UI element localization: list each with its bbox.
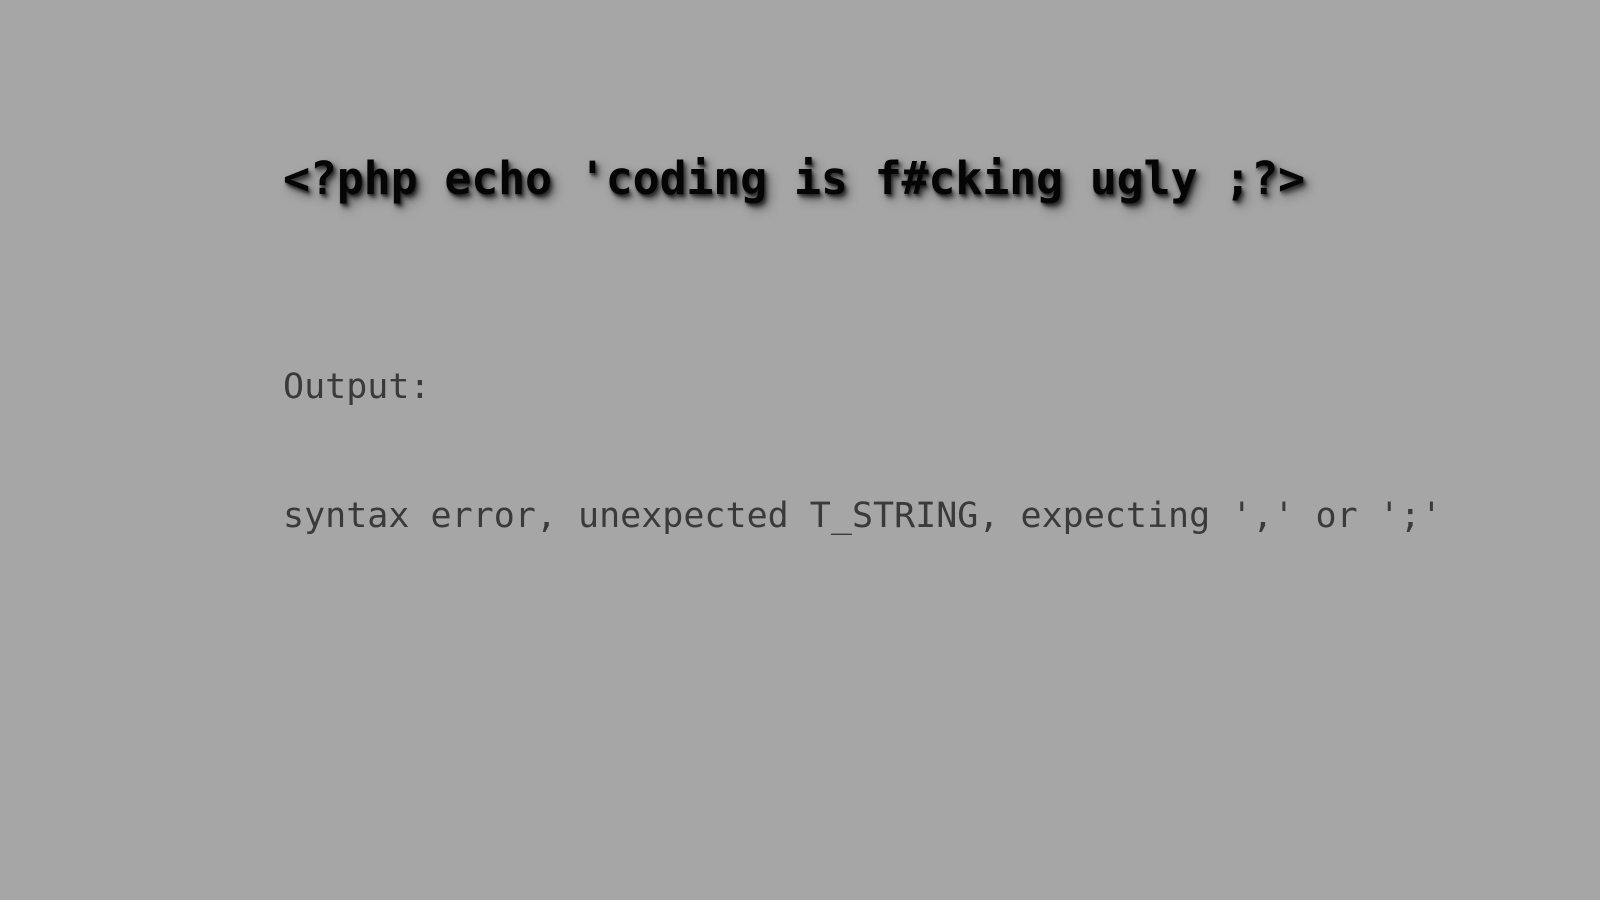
output-label: Output: — [283, 367, 431, 407]
php-code-headline: <?php echo 'coding is f#cking ugly ;?> — [283, 152, 1305, 205]
slide-canvas: <?php echo 'coding is f#cking ugly ;?> O… — [0, 0, 1600, 900]
output-block: Output: syntax error, unexpected T_STRIN… — [283, 280, 1442, 624]
output-error-message: syntax error, unexpected T_STRING, expec… — [283, 496, 1442, 536]
